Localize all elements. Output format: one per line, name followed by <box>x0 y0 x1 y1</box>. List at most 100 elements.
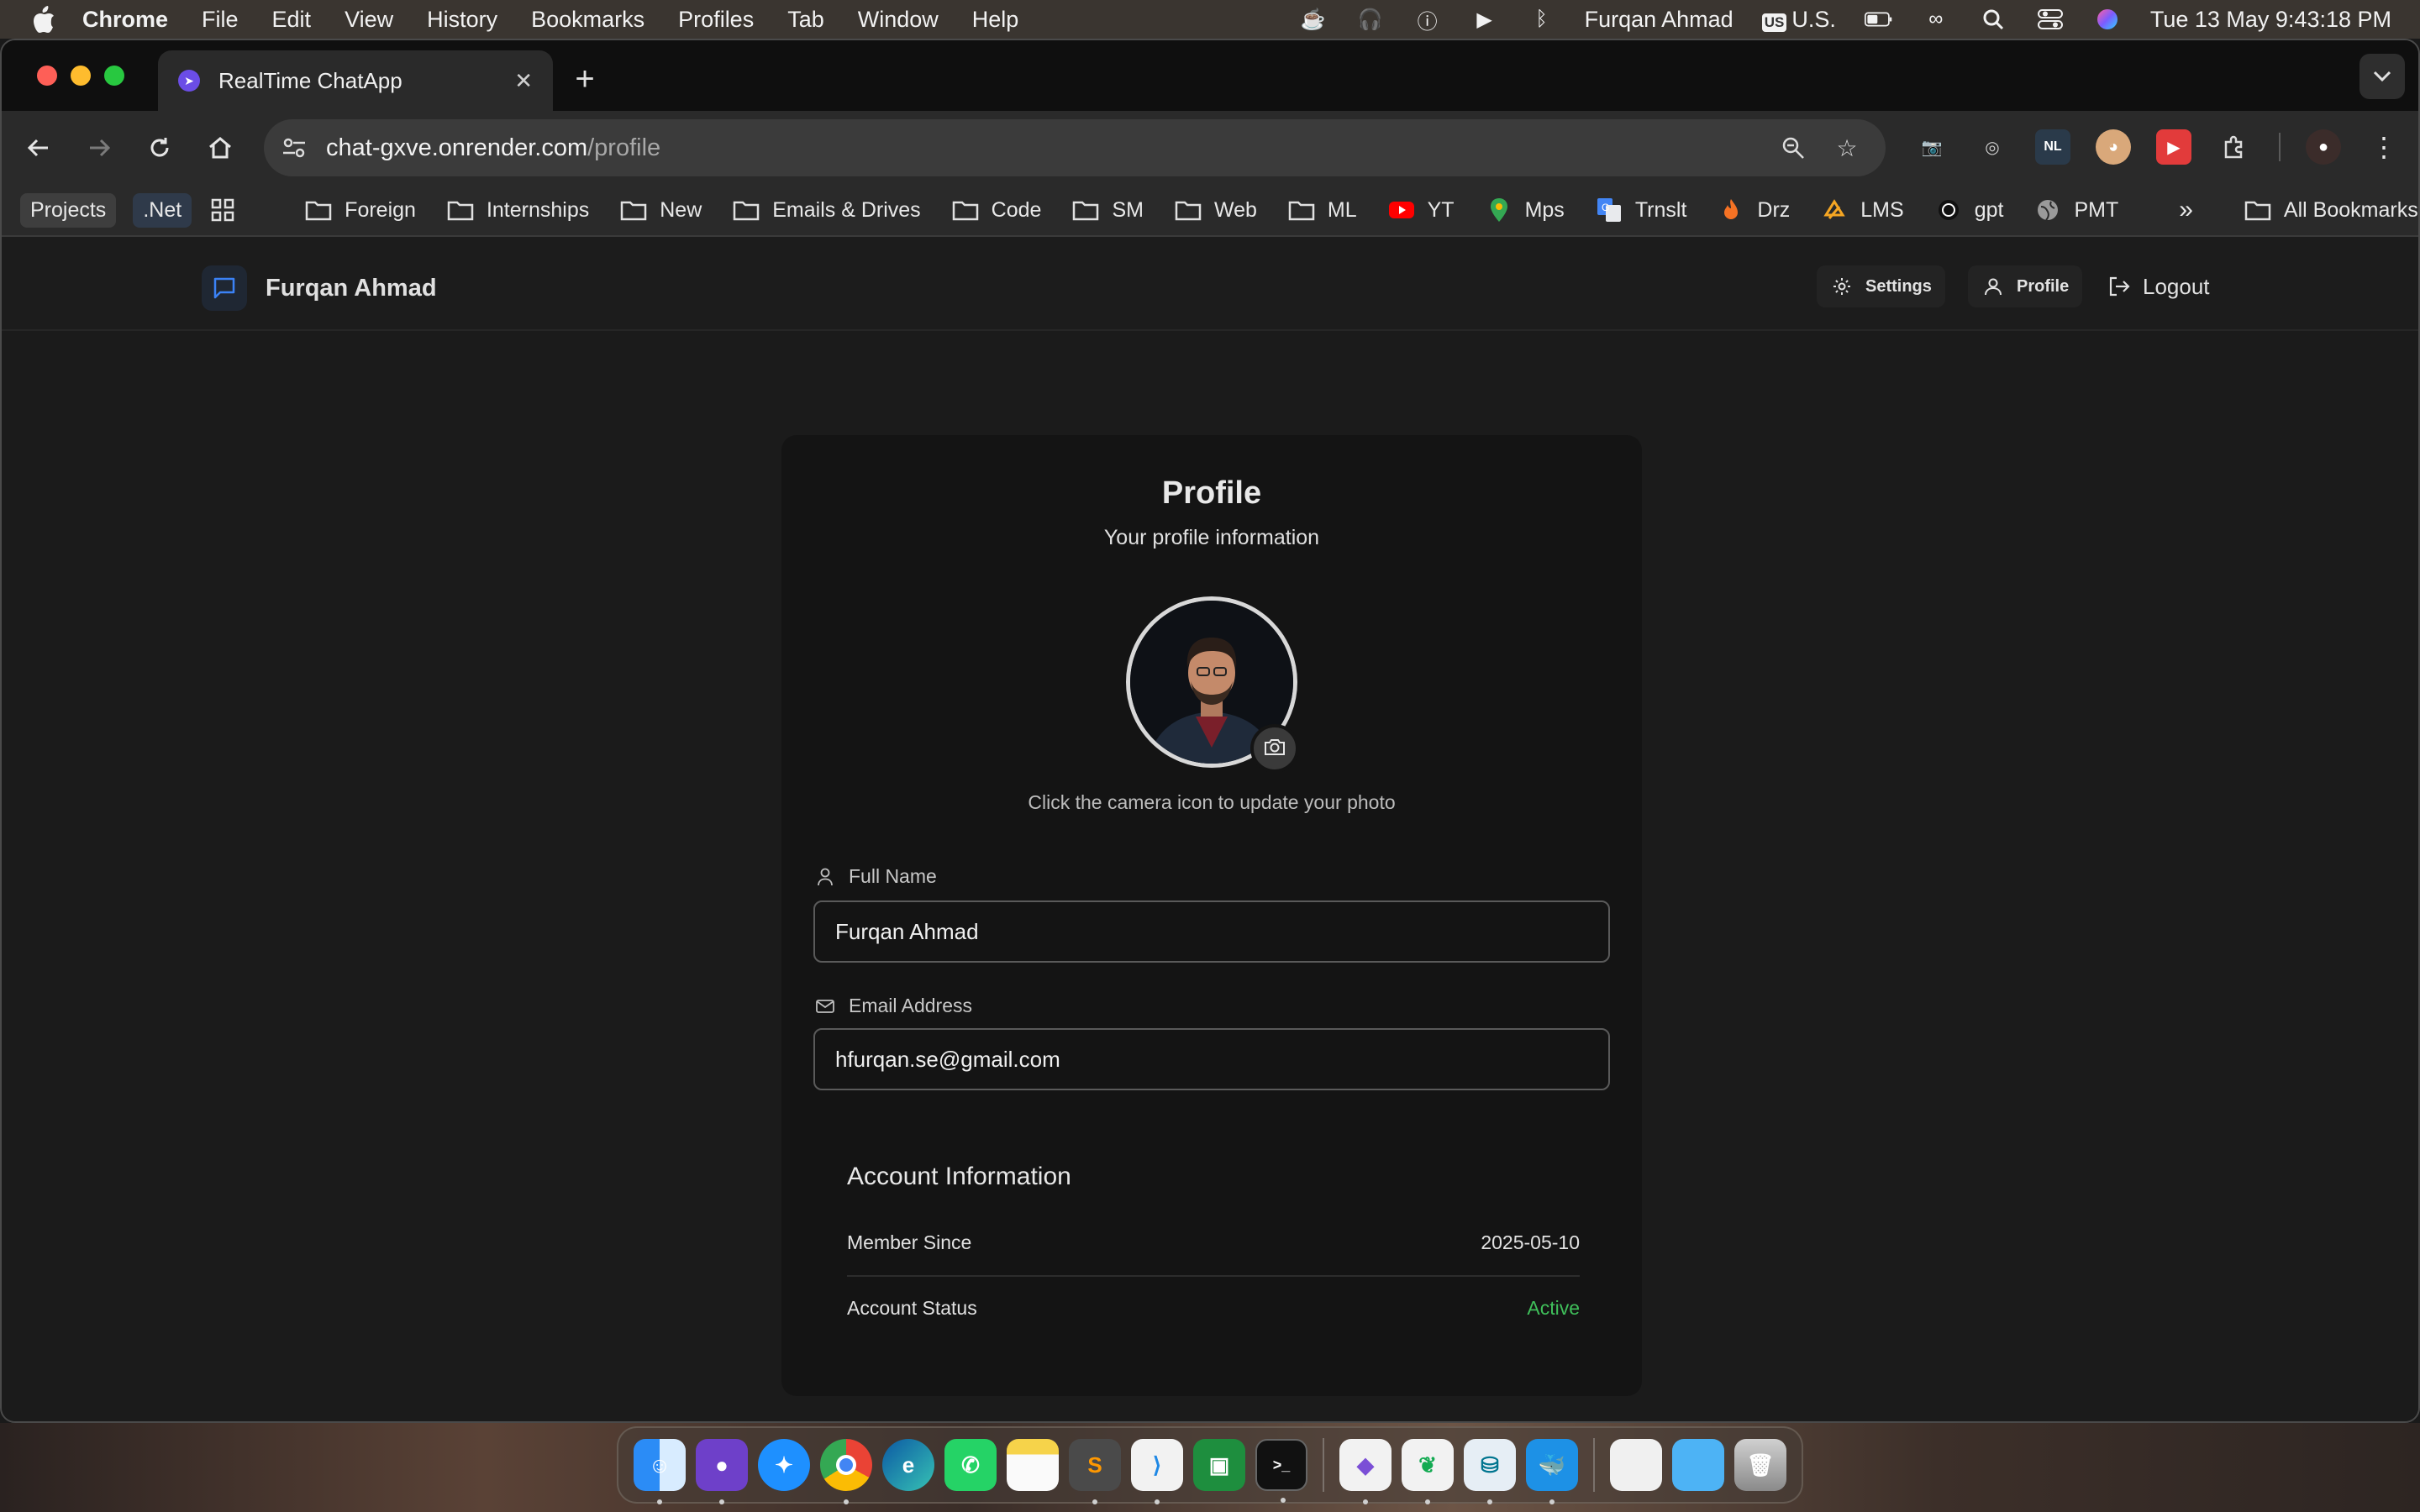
settings-button[interactable]: Settings <box>1817 265 1945 307</box>
input-source-badge: US <box>1761 13 1787 32</box>
forward-button[interactable] <box>79 128 119 168</box>
safari-icon[interactable]: ✦ <box>758 1439 810 1491</box>
docker-icon[interactable]: 🐳 <box>1526 1439 1578 1504</box>
bookmark-star-icon[interactable]: ☆ <box>1832 133 1862 163</box>
zoom-window-button[interactable] <box>104 66 124 86</box>
apps-grid-icon[interactable] <box>208 198 249 222</box>
brand[interactable]: Furqan Ahmad <box>202 265 437 311</box>
avatar-extension-icon[interactable]: ◕ <box>2096 129 2131 165</box>
bookmark-label: LMS <box>1860 197 1904 222</box>
bookmark-mps[interactable]: Mps <box>1485 198 1565 223</box>
telegram-favicon-icon: ➤ <box>178 70 200 92</box>
change-photo-button[interactable] <box>1250 724 1299 773</box>
tab-realtime-chatapp[interactable]: ➤ RealTime ChatApp ✕ <box>158 50 553 111</box>
chrome-icon[interactable] <box>820 1439 872 1504</box>
vscode-icon[interactable]: ⟩ <box>1131 1439 1183 1504</box>
new-tab-button[interactable]: + <box>563 57 607 101</box>
notes-icon[interactable] <box>1007 1439 1059 1491</box>
account-status-row: Account Status Active <box>847 1297 1580 1320</box>
back-button[interactable] <box>18 128 59 168</box>
search-icon[interactable] <box>1979 7 2007 32</box>
extensions-puzzle-icon[interactable] <box>2217 129 2252 165</box>
menubar-clock[interactable]: Tue 13 May 9:43:18 PM <box>2150 7 2391 33</box>
visual-studio-icon[interactable]: ◆ <box>1339 1439 1392 1504</box>
bookmark-folder-web[interactable]: Web <box>1174 198 1257 223</box>
bookmark-lms[interactable]: LMS <box>1820 197 1904 223</box>
nl-extension-icon[interactable]: NL <box>2035 129 2070 165</box>
logout-button[interactable]: Logout <box>2094 265 2223 307</box>
bookmark-label: Emails & Drives <box>772 197 921 222</box>
bookmark-folder-foreign[interactable]: Foreign <box>304 198 416 223</box>
sublime-text-icon[interactable]: S <box>1069 1439 1121 1504</box>
bluetooth-off-icon[interactable]: ᛒ <box>1528 7 1556 32</box>
logout-label: Logout <box>2143 273 2210 299</box>
bookmark-projects[interactable]: Projects <box>20 192 117 228</box>
all-bookmarks-folder[interactable]: All Bookmarks <box>2244 198 2418 223</box>
siri-icon[interactable] <box>2093 7 2122 32</box>
menu-profiles[interactable]: Profiles <box>678 7 754 33</box>
classroom-icon[interactable]: ▣ <box>1193 1439 1245 1491</box>
close-tab-icon[interactable]: ✕ <box>514 68 533 94</box>
coffee-icon[interactable]: ☕ <box>1299 7 1328 32</box>
bookmark-folder-emails-drives[interactable]: Emails & Drives <box>732 197 921 223</box>
menubar-user[interactable]: Furqan Ahmad <box>1585 7 1733 33</box>
screen-mirroring-icon[interactable]: ∞ <box>1922 7 1950 32</box>
trash-icon[interactable]: 🗑 <box>1734 1439 1786 1491</box>
control-center-icon[interactable] <box>2036 7 2065 32</box>
menu-view[interactable]: View <box>345 7 393 33</box>
github-desktop-icon[interactable]: ● <box>696 1439 748 1504</box>
mongodb-compass-icon[interactable]: ❦ <box>1402 1439 1454 1504</box>
folder-stack-icon[interactable] <box>1672 1439 1724 1491</box>
save-extension-icon[interactable]: ▶ <box>2156 129 2191 165</box>
bookmark-yt[interactable]: YT <box>1387 198 1455 223</box>
home-button[interactable] <box>200 128 240 168</box>
info-icon[interactable]: ⓘ <box>1413 7 1442 34</box>
menu-help[interactable]: Help <box>972 7 1019 33</box>
full-name-field[interactable] <box>813 900 1610 963</box>
headphones-icon[interactable]: 🎧 <box>1356 7 1385 32</box>
email-field[interactable] <box>813 1028 1610 1090</box>
mysql-workbench-icon[interactable]: ⛁ <box>1464 1439 1516 1504</box>
documents-stack-icon[interactable] <box>1610 1439 1662 1491</box>
bookmark-folder-code[interactable]: Code <box>951 198 1041 223</box>
bookmark-folder-internships[interactable]: Internships <box>446 198 589 223</box>
extension-icon[interactable]: ◎ <box>1975 129 2010 165</box>
whatsapp-icon[interactable]: ✆ <box>944 1439 997 1491</box>
menu-app-name[interactable]: Chrome <box>82 7 168 33</box>
running-indicator <box>1425 1499 1430 1504</box>
reload-button[interactable] <box>139 128 180 168</box>
menu-window[interactable]: Window <box>858 7 939 33</box>
battery-icon[interactable] <box>1864 7 1893 32</box>
address-bar[interactable]: chat-gxve.onrender.com/profile ☆ <box>264 119 1886 176</box>
site-info-icon[interactable] <box>279 133 309 163</box>
minimize-window-button[interactable] <box>71 66 91 86</box>
tab-search-button[interactable] <box>2360 54 2405 99</box>
settings-label: Settings <box>1865 276 1932 296</box>
zoom-icon[interactable] <box>1778 133 1808 163</box>
more-menu-icon[interactable]: ⋮ <box>2366 129 2402 165</box>
menu-tab[interactable]: Tab <box>787 7 824 33</box>
screenshot-extension-icon[interactable]: 📷 <box>1914 129 1949 165</box>
bookmark-folder-ml[interactable]: ML <box>1287 198 1357 223</box>
profile-button[interactable]: Profile <box>1968 265 2083 307</box>
bookmark-folder-sm[interactable]: SM <box>1071 198 1144 223</box>
bookmark-gpt[interactable]: gpt <box>1934 198 2003 223</box>
bookmark-pmt[interactable]: PMT <box>2033 198 2118 223</box>
bookmark-folder-new[interactable]: New <box>619 198 702 223</box>
bookmark-trnslt[interactable]: G Trnslt <box>1595 198 1686 223</box>
play-icon[interactable]: ▶ <box>1470 7 1499 32</box>
menu-bookmarks[interactable]: Bookmarks <box>531 7 644 33</box>
edge-icon[interactable]: e <box>882 1439 934 1491</box>
terminal-icon[interactable]: >_ <box>1255 1439 1307 1503</box>
apple-menu-icon[interactable] <box>27 3 60 36</box>
bookmark-drz[interactable]: Drz <box>1717 198 1790 223</box>
input-source[interactable]: US U.S. <box>1761 7 1836 33</box>
bookmarks-overflow-icon[interactable]: » <box>2179 196 2193 224</box>
close-window-button[interactable] <box>37 66 57 86</box>
bookmark-dotnet[interactable]: .Net <box>133 192 192 228</box>
menu-edit[interactable]: Edit <box>272 7 312 33</box>
menu-file[interactable]: File <box>202 7 239 33</box>
menu-history[interactable]: History <box>427 7 497 33</box>
profile-avatar[interactable]: ● <box>2306 129 2341 165</box>
finder-icon[interactable]: ☺ <box>634 1439 686 1504</box>
